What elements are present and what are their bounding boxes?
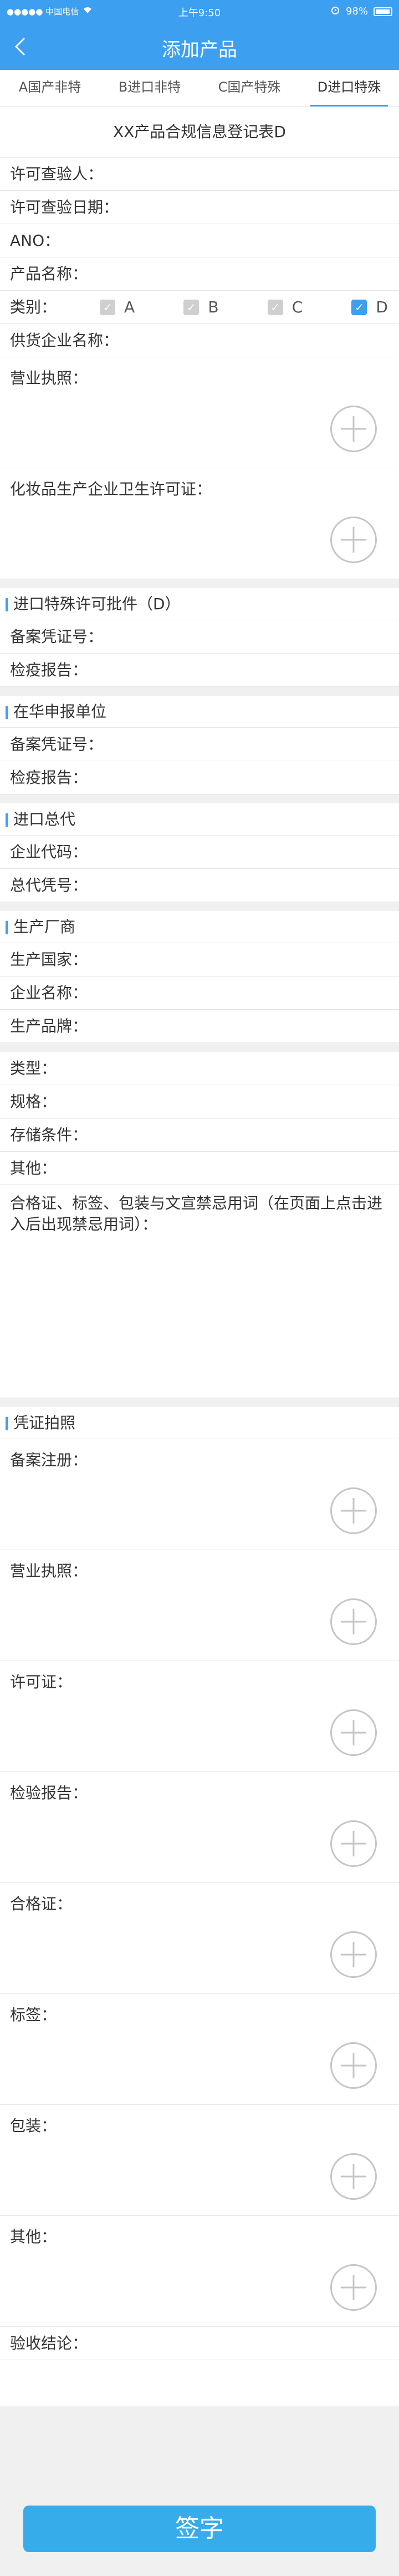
- product-name-field[interactable]: 产品名称：: [0, 257, 399, 291]
- section-maker-title: 生产厂商: [0, 911, 399, 943]
- photo-label: 合格证：: [10, 1895, 73, 1913]
- photo-label: 许可证：: [10, 1673, 73, 1691]
- storage-field[interactable]: 存储条件：: [0, 1119, 399, 1152]
- add-photo-icon[interactable]: [330, 1931, 377, 1978]
- labels-note-textarea[interactable]: 合格证、标签、包装与文宣禁忌用词（在页面上点击进入后出现禁忌用词）：: [0, 1185, 399, 1398]
- section-photos-title: 凭证拍照: [0, 1407, 399, 1439]
- add-photo-icon[interactable]: [330, 1709, 377, 1756]
- category-tabs: A国产非特 B进口非特 C国产特殊 D进口特殊: [0, 70, 399, 107]
- tab-a[interactable]: A国产非特: [0, 70, 100, 106]
- photo-label: 检验报告：: [10, 1784, 88, 1802]
- import-inspection-report-field[interactable]: 检疫报告：: [0, 654, 399, 687]
- page-title: 添加产品: [162, 39, 237, 61]
- photo-upload-license: 营业执照：: [0, 1550, 399, 1661]
- business-license-upload: 营业执照：: [0, 357, 399, 468]
- form-title: XX产品合规信息登记表D: [0, 107, 399, 158]
- country-field[interactable]: 生产国家：: [0, 943, 399, 976]
- category-d-checkbox[interactable]: ✓ D: [351, 291, 388, 324]
- photo-label: 其他：: [10, 2228, 57, 2246]
- status-right: 98%: [330, 5, 392, 18]
- checkbox-checked-icon: ✓: [351, 299, 367, 315]
- category-label: 类别：: [10, 297, 57, 316]
- supplier-field[interactable]: 供货企业名称：: [0, 324, 399, 357]
- add-photo-icon[interactable]: [330, 2264, 377, 2311]
- section-import-title: 进口特殊许可批件（D）: [0, 588, 399, 620]
- brand-field[interactable]: 生产品牌：: [0, 1010, 399, 1043]
- photo-label: 标签：: [10, 2006, 57, 2024]
- category-a-checkbox[interactable]: ✓ A: [100, 291, 135, 324]
- add-photo-icon[interactable]: [330, 2153, 377, 2200]
- category-row: 类别： ✓ A ✓ B ✓ C ✓ D: [0, 291, 399, 324]
- section-gap: [0, 687, 399, 696]
- photo-upload-other: 其他：: [0, 2216, 399, 2327]
- china-filing-no-field[interactable]: 备案凭证号：: [0, 728, 399, 761]
- battery-percent: 98%: [345, 6, 368, 17]
- alarm-icon: [330, 5, 340, 18]
- add-photo-icon[interactable]: [330, 2042, 377, 2089]
- checkbox-icon: ✓: [267, 299, 283, 315]
- add-photo-icon[interactable]: [330, 406, 377, 452]
- section-gap: [0, 794, 399, 803]
- inspect-date-field[interactable]: 许可查验日期：: [0, 191, 399, 224]
- photo-upload-certificate: 合格证：: [0, 1883, 399, 1994]
- photo-upload-filing: 备案注册：: [0, 1439, 399, 1550]
- category-checks: ✓ A ✓ B ✓ C ✓ D: [100, 291, 388, 323]
- bottom-area: 签字: [0, 2406, 399, 2576]
- photo-label: 包装：: [10, 2117, 57, 2135]
- import-filing-no-field[interactable]: 备案凭证号：: [0, 620, 399, 654]
- category-b-checkbox[interactable]: ✓ B: [183, 291, 219, 324]
- cosmetic-license-upload: 化妆品生产企业卫生许可证：: [0, 468, 399, 579]
- checkbox-icon: ✓: [183, 299, 200, 315]
- section-gap: [0, 1043, 399, 1052]
- category-d-label: D: [376, 297, 388, 316]
- photo-upload-report: 检验报告：: [0, 1772, 399, 1883]
- sign-button[interactable]: 签字: [23, 2506, 376, 2552]
- photo-upload-package: 包装：: [0, 2105, 399, 2216]
- photo-label: 备案注册：: [10, 1451, 88, 1469]
- section-gap: [0, 1398, 399, 1407]
- battery-icon: [374, 7, 392, 16]
- photo-upload-label: 标签：: [0, 1994, 399, 2105]
- china-inspection-report-field[interactable]: 检疫报告：: [0, 761, 399, 794]
- company-name-field[interactable]: 企业名称：: [0, 976, 399, 1010]
- category-c-label: C: [291, 297, 303, 316]
- type-field[interactable]: 类型：: [0, 1052, 399, 1085]
- status-bar: ●●●●● 中国电信 上午9:50 98%: [0, 0, 399, 22]
- photo-upload-permit: 许可证：: [0, 1661, 399, 1772]
- add-photo-icon[interactable]: [330, 1598, 377, 1645]
- checkbox-icon: ✓: [100, 299, 115, 315]
- category-b-label: B: [208, 297, 219, 316]
- company-code-field[interactable]: 企业代码：: [0, 836, 399, 869]
- business-license-label: 营业执照：: [10, 369, 88, 387]
- section-china-title: 在华申报单位: [0, 696, 399, 728]
- tab-b[interactable]: B进口非特: [100, 70, 200, 106]
- agent-no-field[interactable]: 总代凭号：: [0, 869, 399, 902]
- nav-bar: 添加产品: [0, 22, 399, 70]
- section-gap: [0, 579, 399, 588]
- ano-field[interactable]: ANO：: [0, 224, 399, 257]
- spec-field[interactable]: 规格：: [0, 1085, 399, 1119]
- cosmetic-license-label: 化妆品生产企业卫生许可证：: [10, 480, 212, 498]
- add-photo-icon[interactable]: [330, 1487, 377, 1534]
- photo-label: 营业执照：: [10, 1562, 88, 1580]
- tab-c[interactable]: C国产特殊: [200, 70, 299, 106]
- category-a-label: A: [124, 297, 135, 316]
- inspector-field[interactable]: 许可查验人：: [0, 158, 399, 191]
- category-c-checkbox[interactable]: ✓ C: [267, 291, 303, 324]
- conclusion-field[interactable]: 验收结论：: [0, 2327, 399, 2360]
- other-field[interactable]: 其他：: [0, 1152, 399, 1185]
- add-photo-icon[interactable]: [330, 1820, 377, 1867]
- add-photo-icon[interactable]: [330, 517, 377, 563]
- tab-d[interactable]: D进口特殊: [299, 70, 399, 107]
- section-gap: [0, 902, 399, 911]
- section-agent-title: 进口总代: [0, 803, 399, 836]
